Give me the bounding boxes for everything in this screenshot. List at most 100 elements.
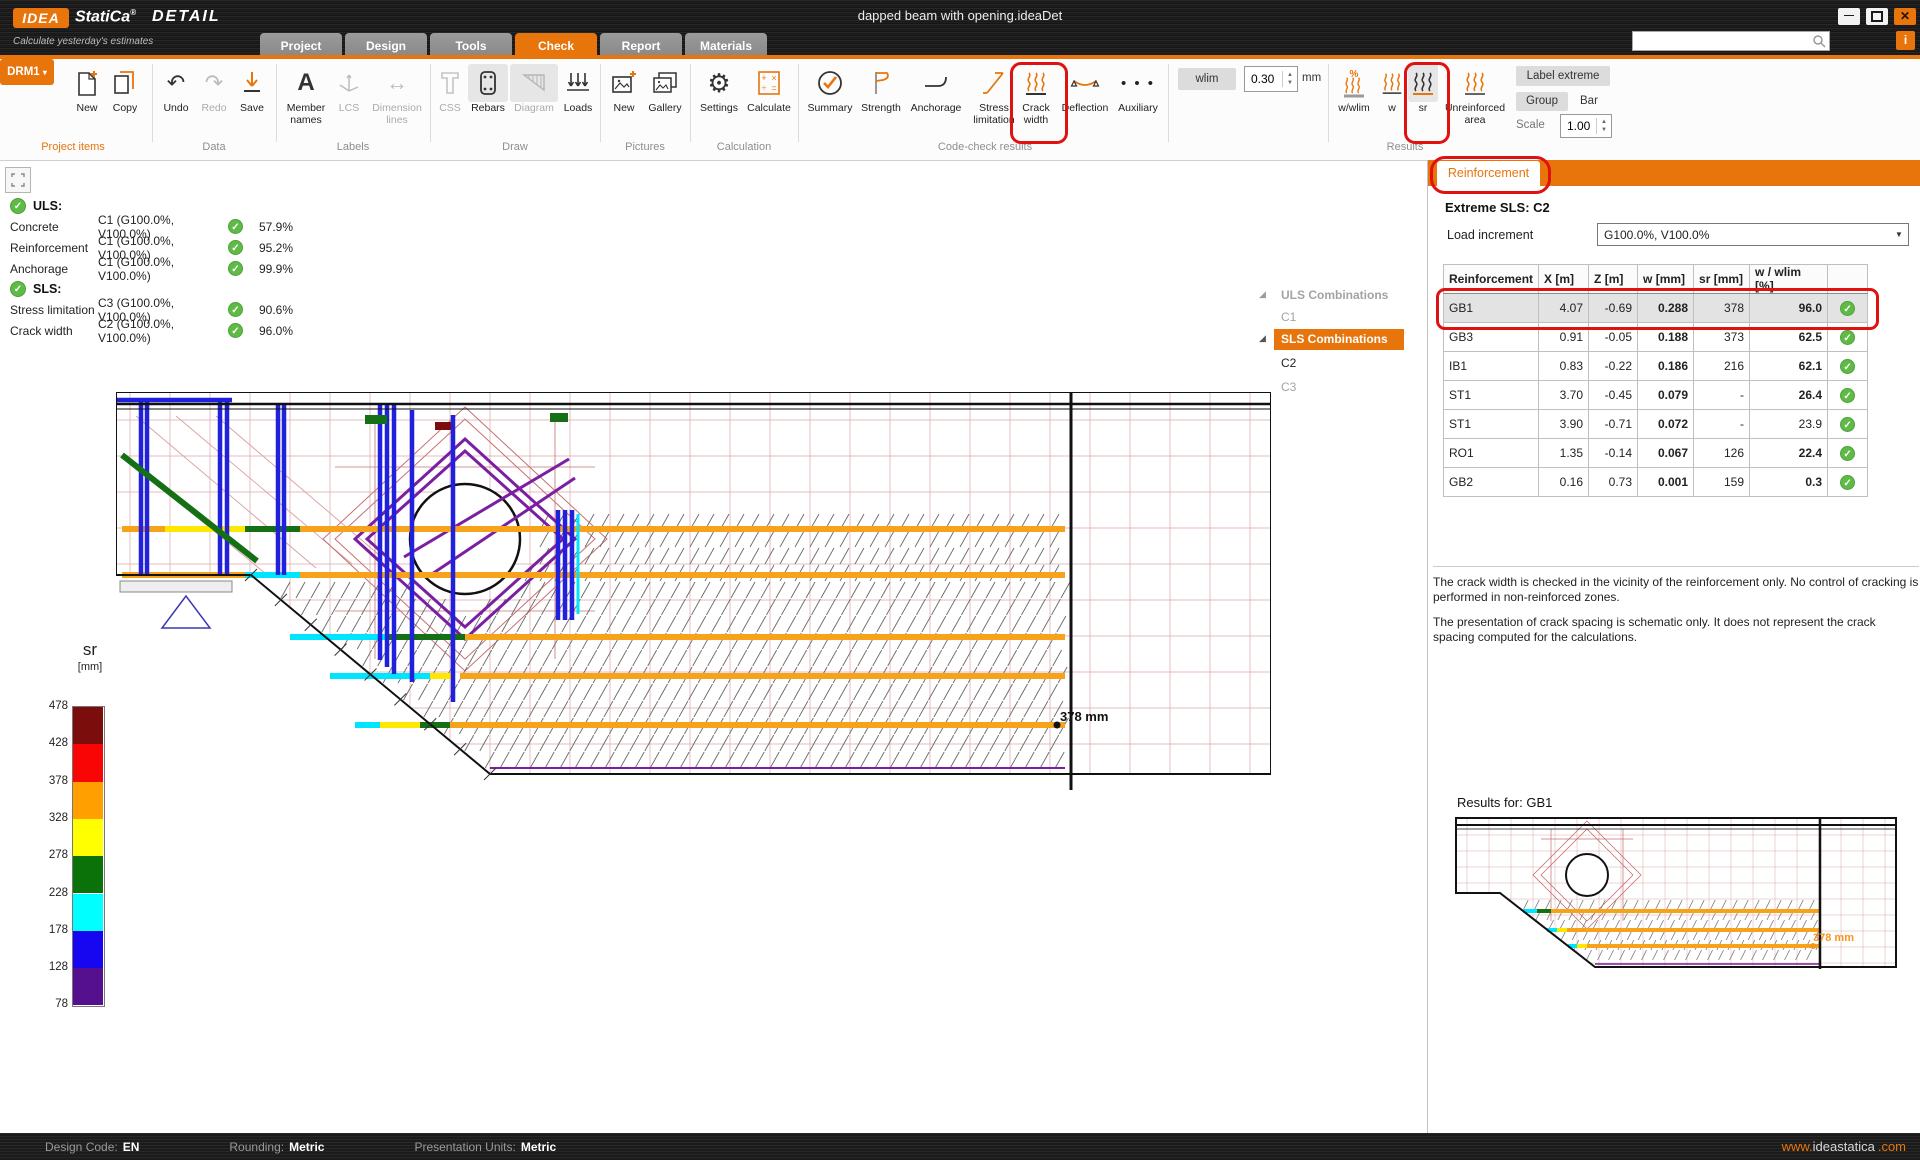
cell-sr: 126 xyxy=(1694,439,1750,468)
undo-button[interactable]: ↶ Undo xyxy=(158,64,194,115)
w-button[interactable]: w xyxy=(1380,64,1404,115)
cell-w: 0.288 xyxy=(1638,294,1694,323)
diagram-button[interactable]: Diagram xyxy=(510,64,558,115)
tree-expand-icon[interactable]: ◢ xyxy=(1259,333,1266,344)
panel-divider xyxy=(1427,160,1428,1133)
brand-tagline: Calculate yesterday's estimates xyxy=(13,36,153,47)
w-wlim-button[interactable]: % w/wlim xyxy=(1332,64,1376,115)
units-label: Presentation Units: xyxy=(414,1140,515,1154)
cell-ratio: 0.3 xyxy=(1750,468,1828,497)
tree-expand-icon[interactable]: ◢ xyxy=(1259,289,1266,300)
ribbon-divider xyxy=(276,64,277,142)
gallery-button[interactable]: Gallery xyxy=(644,64,686,115)
load-increment-label: Load increment xyxy=(1447,228,1533,242)
legend-tick: 478 xyxy=(40,700,68,712)
calculate-button[interactable]: +×÷= Calculate xyxy=(744,64,794,115)
css-button[interactable]: CSS xyxy=(434,64,466,115)
crack-width-button[interactable]: Crack width xyxy=(1016,64,1056,126)
table-row-gb3[interactable]: GB30.91-0.050.18837362.5✓ xyxy=(1444,323,1868,352)
copy-button[interactable]: Copy xyxy=(106,64,144,115)
cell-z: -0.05 xyxy=(1589,323,1638,352)
deflection-button[interactable]: Deflection xyxy=(1060,64,1110,115)
new-picture-button[interactable]: New xyxy=(606,64,642,115)
tree-item-c2[interactable]: C2 xyxy=(1255,356,1427,374)
cell-ratio: 26.4 xyxy=(1750,381,1828,410)
status-rounding: Rounding:Metric xyxy=(229,1140,324,1154)
rounding-label: Rounding: xyxy=(229,1140,284,1154)
redo-button[interactable]: ↷ Redo xyxy=(196,64,232,115)
anchorage-icon xyxy=(906,64,966,102)
anchorage-button[interactable]: Anchorage xyxy=(906,64,966,115)
cell-name: ST1 xyxy=(1444,381,1539,410)
table-row-gb2[interactable]: GB20.160.730.0011590.3✓ xyxy=(1444,468,1868,497)
cell-sr: 159 xyxy=(1694,468,1750,497)
load-increment-dropdown[interactable]: G100.0%, V100.0% ▼ xyxy=(1597,223,1909,246)
unreinforced-area-button[interactable]: Unreinforced area xyxy=(1442,64,1508,126)
tree-item-c3[interactable]: C3 xyxy=(1255,380,1427,398)
anchorage-label: Anchorage xyxy=(906,103,966,115)
settings-button[interactable]: ⚙ Settings xyxy=(696,64,742,115)
cell-name: RO1 xyxy=(1444,439,1539,468)
note-crack-schematic: The presentation of crack spacing is sch… xyxy=(1433,615,1919,646)
redo-label: Redo xyxy=(196,103,232,115)
cell-z: -0.14 xyxy=(1589,439,1638,468)
table-row-ib1[interactable]: IB10.83-0.220.18621662.1✓ xyxy=(1444,352,1868,381)
rebars-button[interactable]: Rebars xyxy=(468,64,508,115)
tab-reinforcement[interactable]: Reinforcement xyxy=(1437,161,1540,186)
row-name: Crack width xyxy=(10,324,98,338)
search-box[interactable] xyxy=(1632,31,1830,51)
dimension-lines-button[interactable]: ↔ Dimension lines xyxy=(368,64,426,126)
summary-button[interactable]: Summary xyxy=(804,64,856,115)
website-link[interactable]: www.ideastatica.com xyxy=(1782,1133,1906,1160)
summary-label: Summary xyxy=(804,103,856,115)
auxiliary-button[interactable]: • • • Auxiliary xyxy=(1112,64,1164,115)
label-extreme-toggle[interactable]: Label extreme xyxy=(1516,66,1610,86)
row-name: Concrete xyxy=(10,220,98,234)
css-icon xyxy=(434,64,466,102)
diagram-label: Diagram xyxy=(510,103,558,115)
units-value: Metric xyxy=(521,1140,556,1154)
new-doc-icon xyxy=(68,64,106,102)
sr-icon xyxy=(1408,64,1438,102)
url-domain: ideastatica xyxy=(1813,1139,1875,1154)
spinner-arrows-icon[interactable]: ▲▼ xyxy=(1596,118,1611,134)
table-row-st1b[interactable]: ST13.90-0.710.072-23.9✓ xyxy=(1444,410,1868,439)
close-button[interactable]: ✕ xyxy=(1894,8,1916,25)
spinner-arrows-icon[interactable]: ▲▼ xyxy=(1282,71,1297,87)
strength-button[interactable]: Strength xyxy=(858,64,904,115)
ribbon-divider xyxy=(152,64,153,142)
sr-button[interactable]: sr xyxy=(1408,64,1438,115)
tree-item-uls-combinations[interactable]: ◢ ULS Combinations xyxy=(1255,288,1427,306)
cell-x: 4.07 xyxy=(1539,294,1589,323)
wlim-toggle[interactable]: wlim xyxy=(1178,68,1236,90)
info-button[interactable]: i xyxy=(1896,31,1915,50)
cell-w: 0.186 xyxy=(1638,352,1694,381)
tree-item-sls-combinations[interactable]: ◢ SLS Combinations xyxy=(1255,332,1427,350)
lcs-button[interactable]: LCS xyxy=(332,64,366,115)
chevron-down-icon: ▼ xyxy=(1890,230,1908,239)
stress-limitation-button[interactable]: Stress limitation xyxy=(968,64,1020,126)
combinations-tree: ◢ ULS Combinations C1 ◢ SLS Combinations… xyxy=(1255,288,1427,404)
expand-view-button[interactable] xyxy=(5,167,31,193)
check-icon: ✓ xyxy=(228,302,243,317)
table-row-ro1[interactable]: RO11.35-0.140.06712622.4✓ xyxy=(1444,439,1868,468)
wlim-value-spinner[interactable]: 0.30 ▲▼ xyxy=(1244,66,1298,92)
table-row-st1a[interactable]: ST13.70-0.450.079-26.4✓ xyxy=(1444,381,1868,410)
scale-spinner[interactable]: 1.00 ▲▼ xyxy=(1560,114,1612,138)
drm-selector[interactable]: DRM1 ▾ xyxy=(0,59,54,85)
save-button[interactable]: Save xyxy=(234,64,270,115)
member-names-button[interactable]: A Member names xyxy=(282,64,330,126)
new-project-item-button[interactable]: New xyxy=(68,64,106,115)
cell-ratio: 22.4 xyxy=(1750,439,1828,468)
group-toggle[interactable]: Group xyxy=(1516,92,1568,111)
loads-button[interactable]: Loads xyxy=(560,64,596,115)
col-status xyxy=(1828,265,1868,294)
table-row-gb1[interactable]: GB14.07-0.690.28837896.0✓ xyxy=(1444,294,1868,323)
maximize-button[interactable] xyxy=(1866,8,1888,25)
crack-width-notes: The crack width is checked in the vicini… xyxy=(1433,566,1919,654)
search-input[interactable] xyxy=(1633,35,1812,47)
cell-w: 0.079 xyxy=(1638,381,1694,410)
cell-sr: 216 xyxy=(1694,352,1750,381)
tree-item-c1[interactable]: C1 xyxy=(1255,310,1427,328)
minimize-button[interactable]: — xyxy=(1838,8,1860,25)
